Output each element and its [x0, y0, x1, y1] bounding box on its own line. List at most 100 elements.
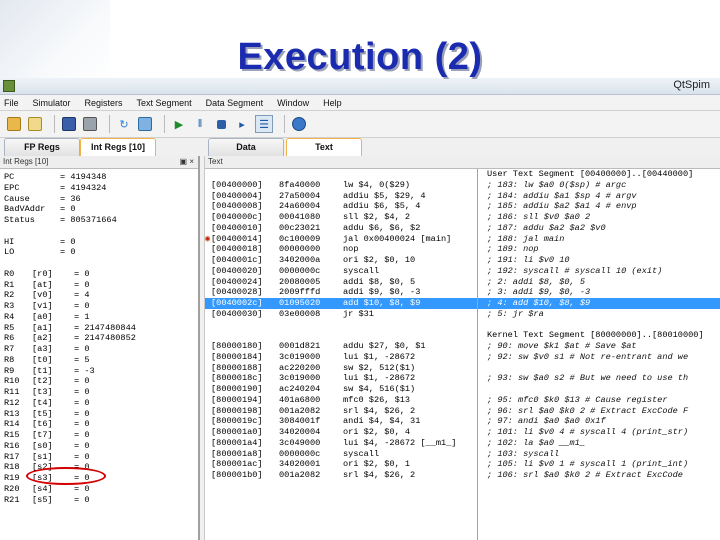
code-line[interactable]: [80000190] ac240204 sw $4, 516($1) — [205, 384, 720, 395]
reinitialize-icon[interactable] — [137, 116, 153, 132]
register-name: R20 — [4, 483, 20, 494]
code-word: ac240204 — [279, 384, 321, 394]
register-value: = 36 — [60, 193, 81, 204]
clear-registers-icon[interactable]: ↻ — [116, 116, 132, 132]
code-comment: ; 97: andi $a0 $a0 0x1f — [487, 416, 606, 427]
code-comment: ; 101: li $v0 4 # syscall 4 (print_str) — [487, 427, 689, 437]
code-line[interactable]: [8000018c] 3c019000 lui $1, -28672 ; 93: sw… — [205, 373, 720, 384]
register-row: BadVAddr = 0 — [4, 204, 198, 215]
register-value: = 0 — [74, 408, 90, 419]
code-word: 0001d821 — [279, 341, 321, 351]
register-alias: [a3] — [32, 344, 53, 354]
code-comment: ; 4: add $10, $8, $9 — [487, 298, 591, 308]
code-comment: ; 188: jal main — [487, 233, 565, 244]
code-line[interactable]: [00400000] 8fa40000 lw $4, 0($29) ; 183: lw… — [205, 180, 720, 191]
code-line[interactable]: [80000180] 0001d821 addu $27, $0, $1 ; 90: … — [205, 341, 720, 352]
register-row: R6 [a2] = 2147480852 — [4, 333, 198, 344]
code-word: 3c019000 — [279, 373, 321, 384]
code-line[interactable]: [00400030] 03e00008 jr $31 ; 5: jr $ra — [205, 309, 720, 320]
code-line[interactable]: [80000188] ac220200 sw $2, 512($1) — [205, 363, 720, 374]
code-line[interactable]: [0040001c] 3402000a ori $2, $0, 10 ; 191: l… — [205, 255, 720, 266]
code-line[interactable]: [80000184] 3c019000 lui $1, -28672 ; 92: sw… — [205, 352, 720, 363]
tab-fp-regs[interactable]: FP Regs — [4, 138, 80, 156]
menu-bar: File Simulator Registers Text Segment Da… — [0, 95, 720, 111]
pause-icon[interactable]: ‖ — [192, 116, 208, 132]
menu-help[interactable]: Help — [323, 98, 342, 108]
code-line[interactable]: [00400020] 0000000c syscall ; 192: syscall … — [205, 266, 720, 277]
segment-title: Kernel Text Segment [80000000]..[8001000… — [487, 330, 704, 341]
register-value: = 4194324 — [60, 182, 107, 193]
save-icon[interactable] — [61, 116, 77, 132]
code-line[interactable]: [800001a0] 34020004 ori $2, $0, 4 ; 101: li… — [205, 427, 720, 438]
tab-data[interactable]: Data — [208, 138, 284, 156]
menu-window[interactable]: Window — [277, 98, 309, 108]
code-line[interactable]: ◉ [00400014] 0c100009 jal 0x00400024 [main]… — [205, 234, 720, 245]
register-name: R21 — [4, 494, 20, 505]
code-comment: ; 106: srl $a0 $k0 2 # Extract ExcCode — [487, 470, 683, 480]
register-name: R7 — [4, 344, 15, 354]
menu-data-segment[interactable]: Data Segment — [206, 98, 264, 108]
toolbar-separator — [284, 115, 285, 133]
code-line[interactable]: [00400024] 20080005 addi $8, $0, 5 ; 2: add… — [205, 277, 720, 288]
code-line[interactable]: [800001a4] 3c049000 lui $4, -28672 [__m1_]… — [205, 438, 720, 449]
code-instruction: jr $31 — [343, 308, 374, 319]
code-line[interactable]: [00400028] 2009fffd addi $9, $0, -3 ; 3: ad… — [205, 287, 720, 298]
code-line[interactable]: [00400004] 27a50004 addiu $5, $29, 4 ; 184:… — [205, 191, 720, 202]
code-line[interactable]: [0040000c] 00041080 sll $2, $4, 2 ; 186: sl… — [205, 212, 720, 223]
code-line[interactable]: [00400008] 24a60004 addiu $6, $5, 4 ; 185: … — [205, 201, 720, 212]
code-line[interactable]: [8000019c] 3084001f andi $4, $4, 31 ; 97: a… — [205, 416, 720, 427]
register-alias: [t5] — [32, 408, 53, 419]
pane-float-close-buttons[interactable]: ▣ × — [180, 156, 194, 168]
code-comment: ; 183: lw $a0 0($sp) # argc — [487, 179, 627, 190]
print-icon[interactable] — [82, 116, 98, 132]
code-word: 2009fffd — [279, 287, 321, 298]
register-row: R3 [v1] = 0 — [4, 301, 198, 312]
menu-file[interactable]: File — [4, 98, 19, 108]
code-listing[interactable]: User Text Segment [00400000]..[00440000]… — [205, 169, 720, 540]
code-word: 34020001 — [279, 459, 321, 470]
register-row: R5 [a1] = 2147480844 — [4, 323, 198, 334]
register-alias: [t0] — [32, 354, 53, 365]
step-box-icon[interactable]: ☰ — [255, 115, 273, 133]
menu-text-segment[interactable]: Text Segment — [137, 98, 192, 108]
register-gap — [4, 258, 198, 269]
tab-text[interactable]: Text — [286, 138, 362, 156]
code-line[interactable]: [80000194] 401a6800 mfc0 $26, $13 ; 95: mfc… — [205, 395, 720, 406]
menu-registers[interactable]: Registers — [85, 98, 123, 108]
code-instruction: addu $27, $0, $1 — [343, 341, 426, 351]
code-line[interactable]: [0040002c] 01095020 add $10, $8, $9 ; 4: ad… — [205, 298, 720, 309]
folder-open-icon[interactable] — [6, 116, 22, 132]
register-row: R9 [t1] = -3 — [4, 366, 198, 377]
reload-icon[interactable] — [27, 116, 43, 132]
code-line[interactable]: [800001ac] 34020001 ori $2, $0, 1 ; 105: li… — [205, 459, 720, 470]
app-name: QtSpim — [673, 79, 710, 91]
code-line[interactable]: [80000198] 001a2082 srl $4, $26, 2 ; 96: sr… — [205, 406, 720, 417]
code-line[interactable]: [800001a8] 0000000c syscall ; 103: syscall — [205, 449, 720, 460]
register-name: R2 — [4, 290, 15, 301]
code-line[interactable]: [00400018] 00000000 nop ; 189: nop — [205, 244, 720, 255]
code-address: [800001a0] — [211, 427, 263, 437]
toolbar-separator — [109, 115, 110, 133]
code-address: [80000194] — [211, 394, 263, 405]
register-alias: [s0] — [32, 440, 53, 451]
run-icon[interactable]: ▶ — [171, 116, 187, 132]
code-instruction: addiu $5, $29, 4 — [343, 190, 426, 201]
register-row: R4 [a0] = 1 — [4, 312, 198, 323]
breakpoint-icon[interactable]: ◉ — [205, 234, 210, 245]
code-address: [00400004] — [211, 190, 263, 201]
app-icon — [3, 80, 15, 92]
help-icon[interactable] — [291, 116, 307, 132]
stop-icon[interactable] — [213, 116, 229, 132]
tab-int-regs[interactable]: Int Regs [10] — [80, 138, 156, 156]
code-comment: ; 95: mfc0 $k0 $13 # Cause register — [487, 394, 668, 405]
code-line[interactable]: [00400010] 00c23021 addu $6, $6, $2 ; 187: … — [205, 223, 720, 234]
step-icon[interactable]: ▸ — [234, 116, 250, 132]
code-instruction: lui $4, -28672 [__m1_] — [343, 437, 457, 448]
register-name: R13 — [4, 408, 20, 419]
register-value: = 0 — [60, 204, 76, 215]
code-line[interactable]: [800001b0] 001a2082 srl $4, $26, 2 ; 106: s… — [205, 470, 720, 481]
code-instruction: addiu $6, $5, 4 — [343, 201, 421, 212]
register-value: = 0 — [74, 397, 90, 408]
register-alias: [s1] — [32, 451, 53, 462]
menu-simulator[interactable]: Simulator — [33, 98, 71, 108]
